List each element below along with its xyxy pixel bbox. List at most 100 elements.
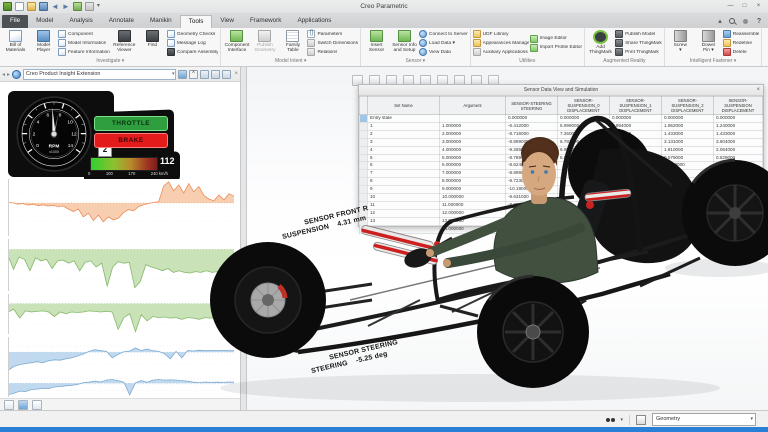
tab-manikin[interactable]: Manikin xyxy=(142,15,180,28)
tab-file[interactable]: File xyxy=(2,15,28,28)
table-row[interactable]: 33.000000-8.8990006.7820003.1310003.6040… xyxy=(360,138,763,146)
ribbon-group-label[interactable]: Augmented Reality xyxy=(587,57,662,65)
appearances-manager-button[interactable]: Appearances Manager xyxy=(473,39,529,47)
table-row[interactable]: 66.000000-8.624000-0.448000-0.753000 xyxy=(360,162,763,170)
model-tree-icon[interactable] xyxy=(4,400,14,410)
find-button[interactable]: Find xyxy=(139,29,166,48)
restore-button[interactable]: □ xyxy=(738,2,751,11)
family-table-button[interactable]: Family Table xyxy=(279,29,306,54)
component-interface-button[interactable]: Component Interface xyxy=(223,29,250,54)
snapshot-icon[interactable] xyxy=(211,70,220,79)
column-header-sensor-suspension-0[interactable]: SENSOR-SUSPENSION_0DISPLACEMENT xyxy=(558,97,610,115)
component-button[interactable]: Component xyxy=(58,30,110,38)
redo-icon[interactable]: ► xyxy=(62,3,70,10)
back-icon[interactable]: ◂ xyxy=(2,71,5,78)
presence-icon[interactable] xyxy=(742,18,750,26)
compare-assembly-button[interactable]: Compare Assembly xyxy=(167,48,219,56)
connect-to-server-button[interactable]: Connect to Server xyxy=(419,30,468,38)
undo-icon[interactable]: ◄ xyxy=(51,3,59,10)
panel-splitter[interactable] xyxy=(240,66,247,410)
column-header-argument[interactable]: Argument xyxy=(440,97,506,115)
sensor-info-and-setup-button[interactable]: Sensor Info and Setup xyxy=(391,29,418,54)
insert-sensor-button[interactable]: Insert Sensor xyxy=(363,29,390,54)
close-button[interactable]: × xyxy=(752,2,765,11)
forward-icon[interactable]: ▸ xyxy=(7,71,10,78)
import-profile-editor-button[interactable]: Import Profile Editor xyxy=(530,44,582,52)
switch-dimensions-button[interactable]: Switch Dimensions xyxy=(307,39,358,47)
selection-filter-combo[interactable]: Geometry xyxy=(652,413,756,426)
ribbon-group-label[interactable]: Intelligent Fastener ▾ xyxy=(667,57,760,65)
find-dropdown-icon[interactable]: ▾ xyxy=(620,417,623,423)
table-row[interactable]: 77.000000-8.8990000.4680000.284000 xyxy=(360,170,763,178)
publish-geometry-button[interactable]: Publish Geometry xyxy=(251,29,278,54)
table-row[interactable]: 44.000000-9.2650006.9550001.8100002.0640… xyxy=(360,146,763,154)
message-log-button[interactable]: Message Log xyxy=(167,39,219,47)
minimize-ribbon-icon[interactable] xyxy=(716,18,724,26)
reference-viewer-button[interactable]: Reference Viewer xyxy=(111,29,138,54)
table-row[interactable]: Entry state0.0000000.0000000.0000000.000… xyxy=(360,115,763,123)
regenerate-icon[interactable] xyxy=(73,2,82,11)
close-icon[interactable]: × xyxy=(756,85,760,95)
ribbon-group-label[interactable]: Utilities xyxy=(473,57,582,65)
bill-of-materials-button[interactable]: Bill of Materials xyxy=(2,29,29,54)
tab-framework[interactable]: Framework xyxy=(242,15,290,28)
home-icon[interactable] xyxy=(200,70,209,79)
box-select-icon[interactable] xyxy=(636,415,646,425)
feature-information-button[interactable]: Feature Information xyxy=(58,48,110,56)
geometry-checks-button[interactable]: Geometry Checks xyxy=(167,30,219,38)
load-data-button[interactable]: Load Data ▾ xyxy=(419,39,468,47)
relations-button[interactable]: Relations xyxy=(307,48,358,56)
find-icon[interactable] xyxy=(606,418,610,422)
dowel-pin-button[interactable]: Dowel Pin ▾ xyxy=(695,29,722,54)
column-header-set-name[interactable]: Set Name xyxy=(368,97,440,115)
panel-close-icon[interactable]: × xyxy=(234,71,238,77)
layout-icon[interactable] xyxy=(32,400,42,410)
open-icon[interactable] xyxy=(27,2,36,11)
browser-url-combo[interactable]: Creo Product Insight Extension xyxy=(23,69,176,80)
table-row[interactable]: 11.000000-6.4120005.9990006.8940001.9520… xyxy=(360,122,763,130)
save-icon[interactable] xyxy=(222,70,231,79)
titlebar[interactable]: ◄►▾ Creo Parametric — □ × xyxy=(0,0,768,14)
column-header-sensor-suspension[interactable]: SENSOR-SUSPENSIONDISPLACEMENT xyxy=(714,97,763,115)
parameters-button[interactable]: Parameters xyxy=(307,30,358,38)
view-data-button[interactable]: View Data xyxy=(419,48,468,56)
help-icon[interactable] xyxy=(755,18,763,26)
print-thingmark-button[interactable]: Print ThingMark xyxy=(615,48,662,56)
tab-view[interactable]: View xyxy=(212,15,242,28)
save-icon[interactable] xyxy=(39,2,48,11)
share-thingmark-button[interactable]: Share ThingMark xyxy=(615,39,662,47)
redefine-button[interactable]: Redefine xyxy=(723,39,760,47)
auxiliary-applications-button[interactable]: Auxiliary Applications xyxy=(473,48,529,56)
dashboard-icon[interactable] xyxy=(18,400,28,410)
sync-icon[interactable] xyxy=(178,70,187,79)
add-thingmark-button[interactable]: Add ThingMark xyxy=(587,29,614,56)
image-editor-button[interactable]: Image Editor xyxy=(530,35,582,43)
reassemble-button[interactable]: Reassemble xyxy=(723,30,760,38)
tab-analysis[interactable]: Analysis xyxy=(61,15,100,28)
tab-applications[interactable]: Applications xyxy=(289,15,339,28)
column-header-sensor-suspension-2[interactable]: SENSOR-SUSPENSION_2DISPLACEMENT xyxy=(662,97,714,115)
model-player-button[interactable]: Model Player xyxy=(30,29,57,54)
table-row[interactable]: 1414.000000 xyxy=(360,225,763,233)
ribbon-group-label[interactable]: Sensor ▾ xyxy=(363,57,468,65)
windows-icon[interactable] xyxy=(85,2,94,11)
dropdown-icon[interactable]: ▾ xyxy=(97,3,100,10)
sensor-data-window-titlebar[interactable]: Sensor Data View and Simulation × xyxy=(359,85,763,96)
model-information-button[interactable]: Model Information xyxy=(58,39,110,47)
column-header-sensor-steering[interactable]: SENSOR-STEERINGSTEERING xyxy=(506,97,558,115)
ribbon-group-label[interactable]: Model Intent ▾ xyxy=(223,57,358,65)
search-icon[interactable] xyxy=(729,18,737,26)
ribbon-group-label[interactable]: Investigate ▾ xyxy=(2,57,218,65)
delete-button[interactable]: Delete xyxy=(723,48,760,56)
publish-model-button[interactable]: Publish Model xyxy=(615,30,662,38)
app-icon[interactable] xyxy=(3,2,12,11)
tab-model[interactable]: Model xyxy=(28,15,61,28)
new-icon[interactable] xyxy=(15,2,24,11)
table-row[interactable]: 22.000000-8.7160007.2600006.3700001.4330… xyxy=(360,130,763,138)
table-row[interactable]: 55.000000-8.7890005.9690000.5790000.5290… xyxy=(360,154,763,162)
tab-annotate[interactable]: Annotate xyxy=(101,15,142,28)
stop-icon[interactable] xyxy=(189,70,198,79)
screw-button[interactable]: Screw ▾ xyxy=(667,29,694,54)
tab-tools[interactable]: Tools xyxy=(180,15,213,29)
column-header-sensor-suspension-1[interactable]: SENSOR-SUSPENSION_1DISPLACEMENT xyxy=(610,97,662,115)
